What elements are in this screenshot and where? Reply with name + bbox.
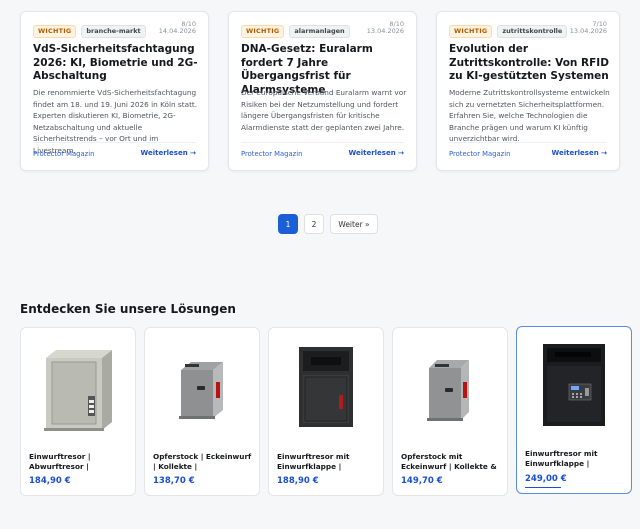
price-underline xyxy=(525,487,561,488)
product-price: 149,70 € xyxy=(401,476,443,486)
product-card[interactable]: Opferstock mit Eckeinwurf | Kollekte & K… xyxy=(392,327,508,496)
news-meta: 8/10 14.04.2026 xyxy=(159,21,196,35)
section-title: Entdecken Sie unsere Lösungen xyxy=(20,302,236,316)
product-name[interactable]: Einwurftresor | Abwurftresor | xyxy=(29,452,129,472)
divider xyxy=(449,142,607,143)
product-name[interactable]: Einwurftresor mit Einwurfklappe | xyxy=(525,449,625,469)
product-card[interactable]: Einwurftresor mit Einwurfklappe | 188,90… xyxy=(268,327,384,496)
product-card[interactable]: Opferstock | Eckeinwurf | Kollekte | Kir… xyxy=(144,327,260,496)
news-row: WICHTIG branche-markt 8/10 14.04.2026 Vd… xyxy=(20,11,620,171)
category-badge[interactable]: branche-markt xyxy=(81,25,146,38)
page-2-button[interactable]: 2 xyxy=(304,214,324,234)
divider xyxy=(33,142,196,143)
news-title[interactable]: Evolution der Zutrittskontrolle: Von RFI… xyxy=(449,43,617,84)
news-tags: WICHTIG zutrittskontrolle xyxy=(449,25,568,38)
product-price: 184,90 € xyxy=(29,476,71,486)
news-source: Protector Magazin xyxy=(449,150,511,158)
product-name[interactable]: Einwurftresor mit Einwurfklappe | xyxy=(277,452,377,472)
news-date: 14.04.2026 xyxy=(158,27,196,35)
news-source: Protector Magazin xyxy=(241,150,303,158)
news-source: Protector Magazin xyxy=(33,150,95,158)
important-badge: WICHTIG xyxy=(241,25,285,38)
news-tags: WICHTIG alarmanlagen xyxy=(241,25,350,38)
product-name[interactable]: Opferstock mit Eckeinwurf | Kollekte & K… xyxy=(401,452,501,472)
category-badge[interactable]: zutrittskontrolle xyxy=(497,25,568,38)
news-tags: WICHTIG branche-markt xyxy=(33,25,146,38)
product-image[interactable] xyxy=(269,328,383,443)
news-card[interactable]: WICHTIG branche-markt 8/10 14.04.2026 Vd… xyxy=(20,11,209,171)
product-image[interactable] xyxy=(517,327,631,442)
offering-safe-icon xyxy=(427,359,469,421)
news-date: 13.04.2026 xyxy=(366,27,404,35)
product-card[interactable]: Einwurftresor | Abwurftresor | 184,90 € xyxy=(20,327,136,496)
next-page-button[interactable]: Weiter » xyxy=(330,214,378,234)
drop-safe-icon xyxy=(44,349,112,431)
dark-drop-safe-icon xyxy=(299,346,353,427)
product-card-selected[interactable]: Einwurftresor mit Einwurfklappe | 249,00… xyxy=(516,326,632,494)
important-badge: WICHTIG xyxy=(449,25,493,38)
product-price: 249,00 € xyxy=(525,474,567,484)
pagination: 1 2 Weiter » xyxy=(278,214,378,234)
news-excerpt: Der europäische Verband Euralarm warnt v… xyxy=(241,88,407,132)
news-excerpt: Die renommierte VdS-Sicherheitsfachtagun… xyxy=(33,88,198,155)
important-badge: WICHTIG xyxy=(33,25,77,38)
read-more-link[interactable]: Weiterlesen → xyxy=(551,149,607,157)
news-card[interactable]: WICHTIG zutrittskontrolle 7/10 13.04.202… xyxy=(436,11,620,171)
divider xyxy=(241,142,404,143)
product-name[interactable]: Opferstock | Eckeinwurf | Kollekte | Kir… xyxy=(153,452,253,472)
product-image[interactable] xyxy=(393,328,507,443)
news-card[interactable]: WICHTIG alarmanlagen 8/10 13.04.2026 DNA… xyxy=(228,11,417,171)
news-meta: 8/10 13.04.2026 xyxy=(367,21,404,35)
product-image[interactable] xyxy=(145,328,259,443)
news-date: 13.04.2026 xyxy=(569,27,607,35)
read-more-link[interactable]: Weiterlesen → xyxy=(348,149,404,157)
collection-safe-icon xyxy=(179,361,223,419)
product-grid: Einwurftresor | Abwurftresor | 184,90 € … xyxy=(20,326,632,496)
digital-drop-safe-icon xyxy=(543,343,605,426)
product-price: 138,70 € xyxy=(153,476,195,486)
product-image[interactable] xyxy=(21,328,135,443)
news-title[interactable]: VdS-Sicherheitsfachtagung 2026: KI, Biom… xyxy=(33,43,201,84)
page-1-button[interactable]: 1 xyxy=(278,214,298,234)
news-excerpt: Moderne Zutrittskontrollsysteme entwicke… xyxy=(449,88,610,143)
news-meta: 7/10 13.04.2026 xyxy=(570,21,607,35)
category-badge[interactable]: alarmanlagen xyxy=(289,25,350,38)
product-price: 188,90 € xyxy=(277,476,319,486)
read-more-link[interactable]: Weiterlesen → xyxy=(140,149,196,157)
